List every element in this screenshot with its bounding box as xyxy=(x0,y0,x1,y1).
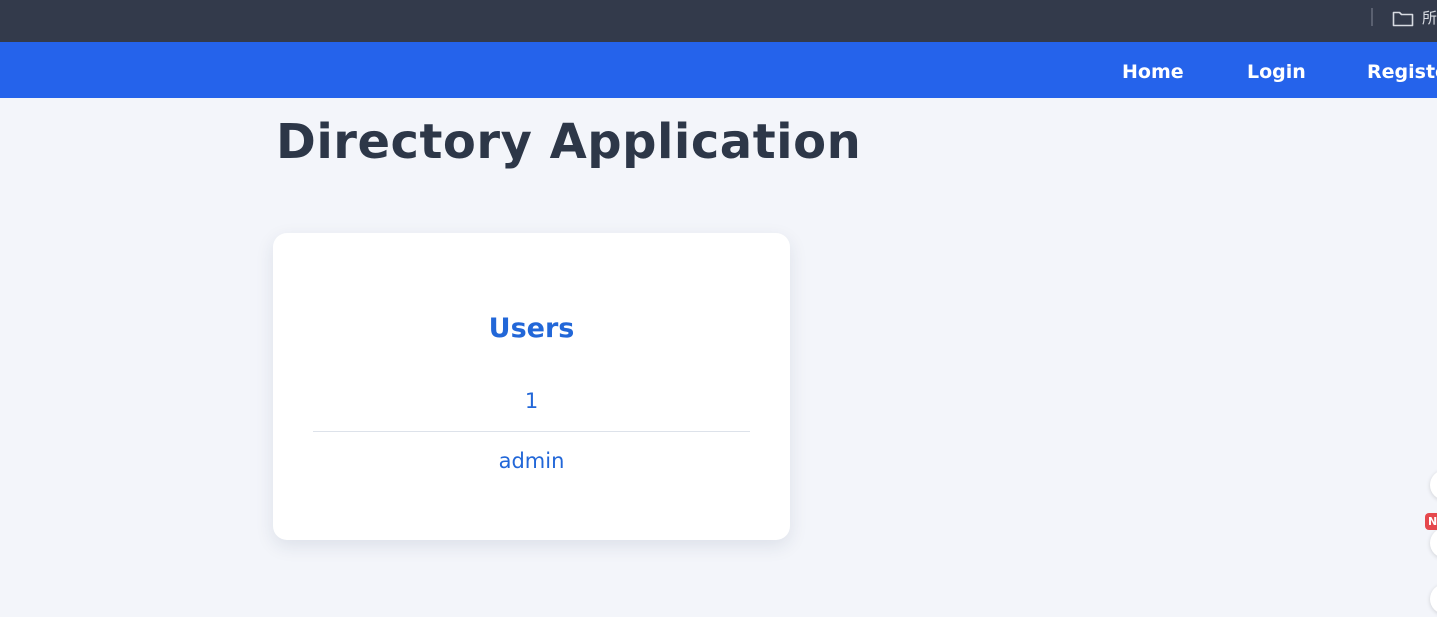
folder-icon[interactable] xyxy=(1392,9,1414,27)
nav-register-link[interactable]: Register xyxy=(1367,61,1437,83)
browser-toolbar: 所 xyxy=(0,0,1437,42)
side-widget-button[interactable] xyxy=(1430,470,1437,500)
users-card: Users 1 admin xyxy=(273,233,790,540)
notification-badge: N xyxy=(1425,513,1437,530)
row-divider xyxy=(313,431,750,432)
toolbar-divider xyxy=(1371,8,1373,26)
nav-login-link[interactable]: Login xyxy=(1247,61,1306,83)
user-list-item[interactable]: admin xyxy=(313,449,750,473)
side-widget-button[interactable] xyxy=(1430,584,1437,614)
top-navbar: Home Login Register xyxy=(0,42,1437,98)
page-title: Directory Application xyxy=(276,114,862,170)
users-card-title: Users xyxy=(488,313,575,344)
bookmark-folder-label[interactable]: 所 xyxy=(1422,7,1437,28)
user-list-item[interactable]: 1 xyxy=(313,389,750,413)
nav-home-link[interactable]: Home xyxy=(1122,61,1184,83)
side-widget-button[interactable] xyxy=(1430,528,1437,558)
